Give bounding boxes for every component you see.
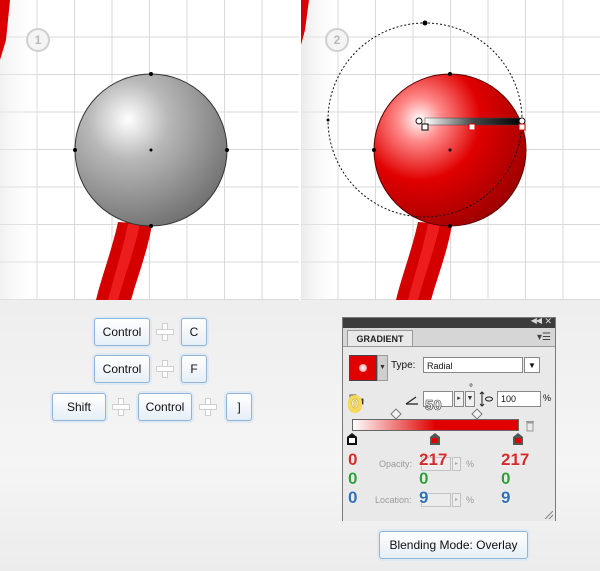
degree-symbol: °	[469, 383, 473, 394]
type-select[interactable]: Radial	[423, 357, 523, 373]
gradient-ramp[interactable]	[352, 419, 519, 431]
annotation-right-g: 0	[501, 469, 511, 489]
plus-icon	[156, 360, 174, 378]
location-stepper: ▸	[452, 493, 461, 507]
gradient-panel-body: ▼ Type: Radial ▼ 0 50 ▸ ▼ ° 100 % 0 0 0 …	[343, 346, 555, 521]
annotation-mid-b: 9	[419, 488, 429, 508]
control-key: Control	[138, 393, 192, 421]
type-label: Type:	[391, 360, 416, 371]
right-bracket-key: ]	[226, 393, 252, 421]
gradient-stop-icon[interactable]	[430, 433, 440, 445]
tab-gradient[interactable]: GRADIENT	[347, 330, 413, 347]
location-label: Location:	[375, 495, 412, 505]
annotation-left-b: 0	[348, 488, 358, 508]
f-key: F	[181, 355, 207, 383]
annotation-right-b: 9	[501, 488, 511, 508]
annotation-left-g: 0	[348, 469, 358, 489]
annotation-left-r: 0	[348, 450, 358, 470]
plus-icon	[112, 398, 130, 416]
type-dropdown-icon[interactable]: ▼	[524, 357, 540, 373]
trash-icon[interactable]	[525, 419, 535, 432]
annotation-reverse: 0	[348, 395, 362, 413]
panel-titlebar[interactable]: ◀◀ ✕	[343, 316, 555, 328]
opacity-label: Opacity:	[379, 459, 413, 469]
annotation-right-r: 217	[501, 450, 530, 470]
step-number-1: 1	[26, 28, 50, 52]
control-key: Control	[94, 355, 150, 383]
plus-icon	[199, 398, 217, 416]
artboard-step-2: 2	[301, 0, 600, 300]
step-number-2: 2	[325, 28, 349, 52]
opacity-stepper: ▸	[452, 457, 461, 471]
shift-key: Shift	[52, 393, 106, 421]
aspect-ratio-icon	[479, 391, 493, 407]
angle-stepper[interactable]: ▸	[454, 391, 464, 407]
annotation-angle: 50	[425, 397, 442, 415]
gradient-panel: ◀◀ ✕ GRADIENT ▾☰ ▼ Type: Radial ▼ 0 50 ▸…	[342, 316, 556, 521]
swatch-dropdown-icon[interactable]: ▼	[377, 355, 388, 381]
panel-menu-icon[interactable]: ▾☰	[537, 332, 551, 343]
midpoint-diamond-icon[interactable]	[471, 408, 483, 420]
artboard-step-1: 1	[0, 0, 299, 300]
midpoint-diamond-icon[interactable]	[390, 408, 402, 420]
gradient-stop-icon[interactable]	[347, 433, 357, 445]
close-icon[interactable]: ✕	[544, 316, 552, 327]
aspect-percent-sign: %	[543, 393, 552, 403]
collapse-arrows-icon[interactable]: ◀◀	[531, 316, 542, 325]
resize-grip-icon[interactable]	[545, 511, 553, 519]
control-key: Control	[94, 318, 150, 346]
opacity-percent-sign: %	[466, 459, 475, 469]
c-key: C	[181, 318, 207, 346]
annotation-mid-g: 0	[419, 469, 429, 489]
angle-icon	[405, 396, 418, 405]
blending-mode-caption: Blending Mode: Overlay	[379, 531, 528, 559]
aspect-ratio-field[interactable]: 100	[497, 391, 541, 407]
gradient-stop-icon[interactable]	[513, 433, 523, 445]
gradient-swatch[interactable]	[349, 355, 377, 381]
annotation-mid-r: 217	[419, 450, 448, 470]
plus-icon	[156, 323, 174, 341]
location-percent-sign: %	[466, 495, 475, 505]
